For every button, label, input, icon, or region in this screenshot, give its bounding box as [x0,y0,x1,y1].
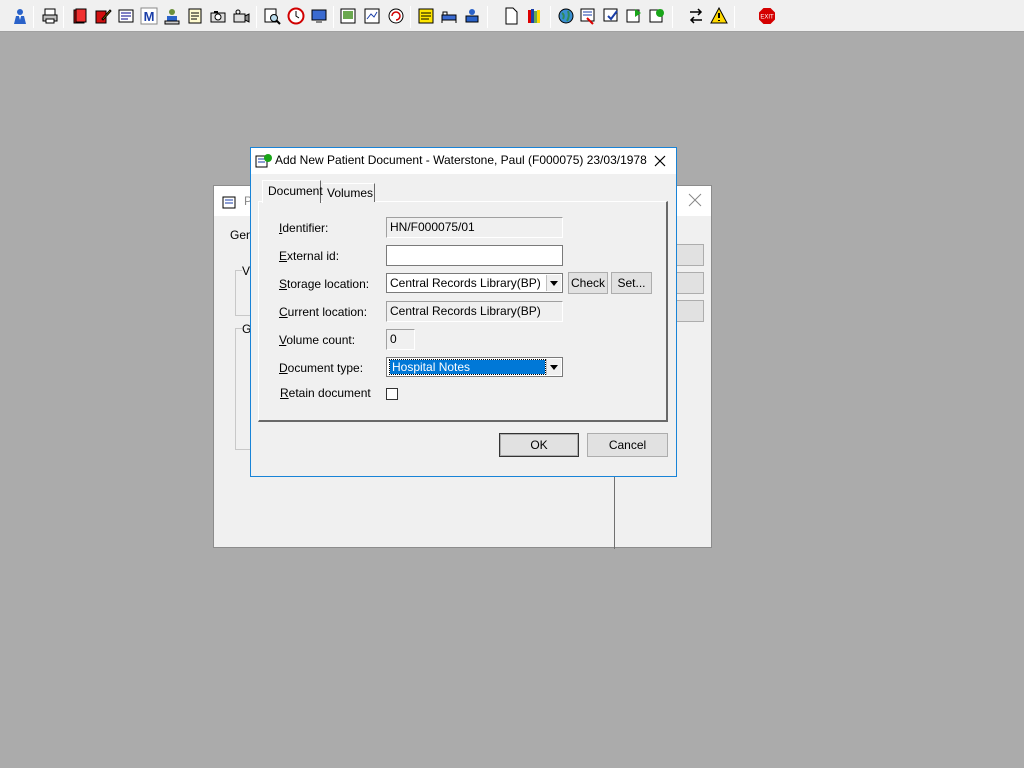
external-id-label: External id: [279,249,340,263]
warning-icon[interactable] [709,6,729,26]
clock-icon[interactable] [286,6,306,26]
monitor-icon[interactable] [309,6,329,26]
dialog-titlebar: Add New Patient Document - Waterstone, P… [251,148,676,174]
document-list-icon[interactable] [116,6,136,26]
set-button[interactable]: Set... [611,272,652,294]
storage-location-label: Storage location: [279,277,370,291]
cancel-button[interactable]: Cancel [587,433,668,457]
dropdown-arrow-icon[interactable] [546,275,561,291]
external-id-field[interactable] [386,245,563,266]
m-letter-icon[interactable]: M [139,6,159,26]
green-refresh-icon[interactable] [647,6,667,26]
bed-icon[interactable] [439,6,459,26]
books-icon[interactable] [525,6,545,26]
background-divider [614,476,615,549]
stamp-document-icon[interactable] [578,6,598,26]
document-type-value: Hospital Notes [389,359,546,375]
film-camera-icon[interactable] [231,6,251,26]
swap-arrows-icon[interactable] [686,6,706,26]
tab-document[interactable]: Document [262,180,323,203]
current-location-label: Current location: [279,305,368,319]
identifier-label: Identifier: [279,221,329,235]
tab-volumes[interactable]: Volumes [323,183,375,202]
close-button[interactable] [650,151,670,171]
transfer-icon[interactable] [462,6,482,26]
svg-text:EXIT: EXIT [760,15,774,21]
chart-sheet-icon[interactable] [362,6,382,26]
notes-icon[interactable] [185,6,205,26]
background-button[interactable] [674,300,704,322]
storage-location-select[interactable]: Central Records Library(BP) [386,273,563,293]
storage-location-value: Central Records Library(BP) [390,276,541,290]
ok-button[interactable]: OK [499,433,579,457]
svg-text:M: M [144,9,155,24]
globe-icon[interactable] [556,6,576,26]
retain-document-label: Retain document [280,386,371,400]
edit-book-icon[interactable] [93,6,113,26]
green-arrows-icon[interactable] [624,6,644,26]
background-button[interactable]: l [674,272,704,294]
background-button[interactable] [674,244,704,266]
search-document-icon[interactable] [262,6,282,26]
document-type-label: Document type: [279,361,364,375]
document-check-icon[interactable] [601,6,621,26]
blank-page-icon[interactable] [501,6,521,26]
check-button[interactable]: Check [568,272,608,294]
document-add-icon [255,154,272,168]
refresh-icon[interactable] [386,6,406,26]
patient-icon[interactable] [10,6,30,26]
volume-count-label: Volume count: [279,333,356,347]
printer-icon[interactable] [40,6,60,26]
background-group-label: V [242,264,251,278]
yellow-notes-icon[interactable] [416,6,436,26]
person-card-icon[interactable] [162,6,182,26]
main-toolbar: M EXIT [0,0,1024,32]
camera-icon[interactable] [208,6,228,26]
close-icon [654,155,666,167]
red-book-icon[interactable] [70,6,90,26]
dropdown-arrow-icon[interactable] [546,359,561,375]
dialog-title: Add New Patient Document - Waterstone, P… [275,153,647,167]
exit-icon[interactable]: EXIT [757,6,777,26]
photo-frame-icon[interactable] [338,6,358,26]
document-icon [222,196,236,209]
current-location-field: Central Records Library(BP) [386,301,563,322]
volume-count-field: 0 [386,329,415,350]
identifier-field: HN/F000075/01 [386,217,563,238]
document-type-select[interactable]: Hospital Notes [386,357,563,377]
retain-document-checkbox[interactable] [386,388,398,400]
close-icon[interactable] [687,192,703,208]
